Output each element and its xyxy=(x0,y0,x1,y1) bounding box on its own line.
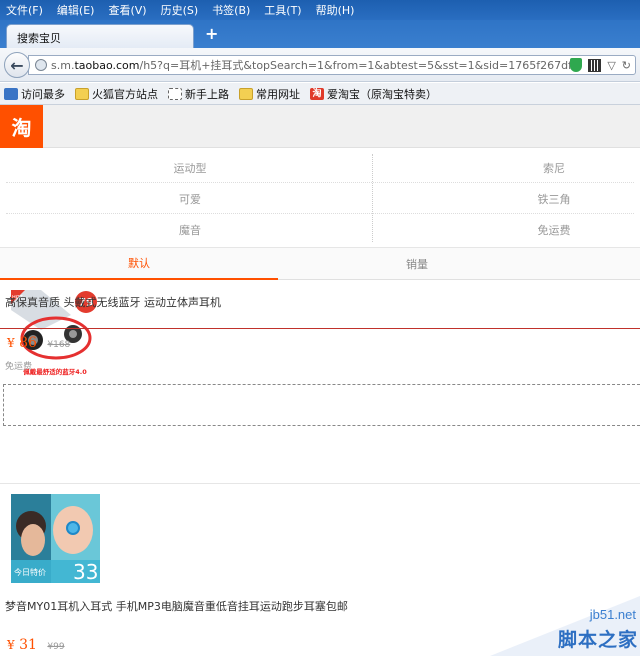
taobao-logo[interactable]: 淘 xyxy=(0,105,43,148)
url-host: taobao.com xyxy=(74,59,140,72)
red-guide-line xyxy=(0,328,640,329)
page-icon xyxy=(168,87,182,100)
original-price: ¥168 xyxy=(47,340,71,350)
bookmark-label: 爱淘宝（原淘宝特卖） xyxy=(327,87,437,101)
filter-divider xyxy=(372,154,373,242)
filter-sony[interactable]: 索尼 xyxy=(394,152,640,183)
filter-audio-technica[interactable]: 铁三角 xyxy=(394,183,640,214)
filter-sport[interactable]: 运动型 xyxy=(30,152,350,183)
globe-icon xyxy=(35,59,47,71)
bookmark-common-sites[interactable]: 常用网址 xyxy=(239,86,300,102)
bookmark-getting-started[interactable]: 新手上路 xyxy=(168,86,229,102)
address-icons: ▽ ↻ xyxy=(570,58,631,72)
currency-symbol: ¥ xyxy=(7,638,15,652)
selection-outline xyxy=(3,384,640,426)
tab-default[interactable]: 默认 xyxy=(0,248,278,280)
address-url[interactable]: s.m.taobao.com/h5?q=耳机+挂耳式&topSearch=1&f… xyxy=(51,57,571,73)
bookmark-label: 新手上路 xyxy=(185,87,229,101)
thumbnail-caption: 佩戴最舒适的蓝牙4.0 xyxy=(23,367,87,376)
menu-bar: 文件(F) 编辑(E) 查看(V) 历史(S) 书签(B) 工具(T) 帮助(H… xyxy=(0,0,640,20)
filter-free-shipping[interactable]: 免运费 xyxy=(394,214,640,245)
tab-search-results[interactable]: 搜索宝贝 xyxy=(6,24,194,48)
qr-code-icon[interactable] xyxy=(588,58,602,72)
tab-title: 搜索宝贝 xyxy=(17,32,61,45)
tab-sales[interactable]: 销量 xyxy=(278,248,556,280)
menu-edit[interactable]: 编辑(E) xyxy=(57,2,102,18)
menu-history[interactable]: 历史(S) xyxy=(161,2,206,18)
bookmark-icon xyxy=(4,87,18,100)
folder-icon xyxy=(75,87,89,100)
taobao-icon: 淘 xyxy=(310,87,324,100)
filter-magic-sound[interactable]: 魔音 xyxy=(30,214,350,245)
thumbnail-sale-label: 今日特价 xyxy=(14,567,46,577)
product-price: ¥ 86 ¥168 xyxy=(7,335,70,351)
product-thumbnail[interactable]: 今日特价 33 xyxy=(11,494,100,583)
sort-tabs: 默认 销量 xyxy=(0,248,640,280)
product-title[interactable]: 高保真音质 头戴式无线蓝牙 运动立体声耳机 xyxy=(5,294,221,310)
dropdown-arrow-icon[interactable]: ▽ xyxy=(607,59,615,72)
folder-icon xyxy=(239,87,253,100)
currency-symbol: ¥ xyxy=(7,336,15,350)
url-path: /h5?q=耳机+挂耳式&topSearch=1&from=1&abtest=5… xyxy=(139,59,572,72)
address-bar[interactable]: s.m.taobao.com/h5?q=耳机+挂耳式&topSearch=1&f… xyxy=(28,55,636,75)
bookmark-ai-taobao[interactable]: 淘爱淘宝（原淘宝特卖） xyxy=(310,86,437,102)
bookmark-label: 访问最多 xyxy=(21,87,65,101)
security-shield-icon[interactable] xyxy=(570,58,583,72)
earphones-image: 今日特价 33 xyxy=(11,494,100,583)
tab-strip: 搜索宝贝 + xyxy=(0,20,640,48)
price-value: 31 xyxy=(19,637,37,653)
menu-bookmarks[interactable]: 书签(B) xyxy=(212,2,257,18)
watermark-name: 脚本之家 xyxy=(557,629,638,651)
navigation-bar: s.m.taobao.com/h5?q=耳机+挂耳式&topSearch=1&f… xyxy=(0,48,640,82)
filter-cute[interactable]: 可爱 xyxy=(30,183,350,214)
site-header: 淘 xyxy=(0,105,640,148)
filter-divider xyxy=(6,182,634,183)
filter-grid: 运动型 可爱 魔音 索尼 铁三角 免运费 xyxy=(0,148,640,248)
web-page: 淘 运动型 可爱 魔音 索尼 铁三角 免运费 默认 销量 HOT 79 佩戴最舒… xyxy=(0,105,640,656)
menu-tools[interactable]: 工具(T) xyxy=(264,2,308,18)
bookmark-most-visited[interactable]: 访问最多 xyxy=(4,86,65,102)
menu-help[interactable]: 帮助(H) xyxy=(316,2,362,18)
product-item[interactable]: HOT 79 佩戴最舒适的蓝牙4.0 高保真音质 头戴式无线蓝牙 运动立体声耳机… xyxy=(0,281,640,483)
shipping-label: 免运费 xyxy=(5,362,33,372)
thumbnail-number: 33 xyxy=(73,560,98,583)
filter-divider xyxy=(6,213,634,214)
bookmark-firefox-site[interactable]: 火狐官方站点 xyxy=(75,86,158,102)
price-value: 86 xyxy=(19,335,37,351)
original-price: ¥99 xyxy=(47,642,65,652)
product-price: ¥ 31 ¥99 xyxy=(7,637,65,653)
url-prefix: s.m. xyxy=(51,59,75,72)
bookmark-label: 常用网址 xyxy=(256,87,300,101)
back-arrow-icon: ← xyxy=(10,55,24,75)
menu-file[interactable]: 文件(F) xyxy=(6,2,50,18)
watermark-url: jb51.net xyxy=(589,607,636,622)
back-button[interactable]: ← xyxy=(4,52,30,78)
bookmarks-bar: 访问最多 火狐官方站点 新手上路 常用网址 淘爱淘宝（原淘宝特卖） xyxy=(0,83,640,105)
new-tab-button[interactable]: + xyxy=(205,24,218,44)
menu-view[interactable]: 查看(V) xyxy=(108,2,153,18)
bookmark-label: 火狐官方站点 xyxy=(92,87,158,101)
site-watermark: jb51.net 脚本之家 xyxy=(470,586,640,656)
product-title[interactable]: 梦音MY01耳机入耳式 手机MP3电脑魔音重低音挂耳运动跑步耳塞包邮 xyxy=(5,598,348,614)
reload-icon[interactable]: ↻ xyxy=(622,59,631,72)
